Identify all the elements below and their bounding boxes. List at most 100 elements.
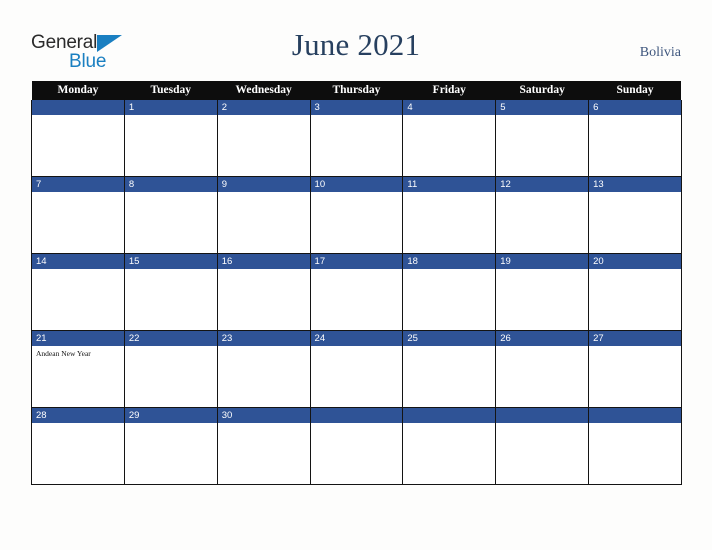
day-number xyxy=(310,408,403,423)
calendar-day-cell[interactable]: 23 xyxy=(216,330,311,408)
day-number: 24 xyxy=(310,331,403,346)
calendar-day-cell[interactable] xyxy=(31,100,125,177)
day-events xyxy=(125,115,217,118)
calendar-day-cell[interactable]: 20 xyxy=(588,253,682,331)
day-number: 18 xyxy=(403,254,496,269)
day-cell-content: 23 xyxy=(217,331,310,407)
calendar-day-cell[interactable]: 6 xyxy=(588,100,682,177)
day-cell-content: 7 xyxy=(32,177,124,253)
day-number: 14 xyxy=(32,254,124,269)
calendar-day-cell[interactable]: 2 xyxy=(216,100,311,177)
day-number: 25 xyxy=(403,331,496,346)
day-number xyxy=(32,100,124,115)
day-events xyxy=(589,269,681,272)
day-number: 9 xyxy=(217,177,310,192)
calendar-day-cell[interactable]: 14 xyxy=(31,253,125,331)
day-cell-content: 5 xyxy=(496,100,589,176)
calendar-day-cell[interactable]: 11 xyxy=(402,176,497,254)
calendar-day-cell[interactable]: 21 Andean New Year xyxy=(31,330,125,408)
day-cell-content: 30 xyxy=(217,408,310,484)
day-number: 26 xyxy=(496,331,589,346)
calendar-day-cell[interactable]: 4 xyxy=(402,100,497,177)
day-number: 8 xyxy=(124,177,217,192)
day-cell-content: 27 xyxy=(589,331,681,407)
day-events xyxy=(311,423,403,426)
day-number: 19 xyxy=(496,254,589,269)
day-events xyxy=(311,346,403,349)
calendar-day-cell[interactable]: 12 xyxy=(495,176,590,254)
day-number: 7 xyxy=(32,177,124,192)
day-cell-content: 3 xyxy=(310,100,403,176)
weekday-header-monday: Monday xyxy=(31,81,125,100)
day-number xyxy=(403,408,496,423)
calendar-week-row: 14 15 16 17 18 19 20 xyxy=(31,253,682,331)
day-events xyxy=(403,423,495,426)
day-number: 5 xyxy=(496,100,589,115)
day-cell-content: 20 xyxy=(589,254,681,330)
calendar-day-cell[interactable]: 30 xyxy=(216,407,311,485)
day-events xyxy=(218,423,310,426)
calendar-week-row: 21 Andean New Year 22 23 24 25 26 27 xyxy=(31,330,682,408)
day-number xyxy=(496,408,589,423)
calendar-day-cell[interactable]: 24 xyxy=(309,330,404,408)
calendar-day-cell[interactable] xyxy=(309,407,404,485)
calendar-day-cell[interactable]: 25 xyxy=(402,330,497,408)
calendar-day-cell[interactable]: 8 xyxy=(123,176,218,254)
day-cell-content: 11 xyxy=(403,177,496,253)
day-number: 2 xyxy=(217,100,310,115)
day-number: 15 xyxy=(124,254,217,269)
calendar-day-cell[interactable]: 17 xyxy=(309,253,404,331)
day-number: 22 xyxy=(124,331,217,346)
day-events xyxy=(589,115,681,118)
day-cell-content: 29 xyxy=(124,408,217,484)
calendar-day-cell[interactable] xyxy=(402,407,497,485)
weekday-header-saturday: Saturday xyxy=(495,81,589,100)
calendar-day-cell[interactable] xyxy=(588,407,682,485)
calendar-day-cell[interactable] xyxy=(495,407,590,485)
day-cell-content: 17 xyxy=(310,254,403,330)
calendar-day-cell[interactable]: 7 xyxy=(31,176,125,254)
calendar-day-cell[interactable]: 22 xyxy=(123,330,218,408)
day-cell-content: 19 xyxy=(496,254,589,330)
day-cell-content: 15 xyxy=(124,254,217,330)
day-events xyxy=(403,192,495,195)
calendar-body: 1 2 3 4 5 6 7 8 9 10 11 12 13 14 15 16 17 18 19 20 21 Andean … xyxy=(31,100,682,485)
day-events xyxy=(589,192,681,195)
holiday-label: Andean New Year xyxy=(36,349,91,358)
weekday-header-tuesday: Tuesday xyxy=(124,81,218,100)
day-cell-content: 14 xyxy=(32,254,124,330)
day-cell-content xyxy=(403,408,496,484)
page-header: General Blue June 2021 Bolivia xyxy=(0,0,712,80)
calendar-table: Monday Tuesday Wednesday Thursday Friday… xyxy=(31,81,682,485)
day-cell-content: 25 xyxy=(403,331,496,407)
calendar-day-cell[interactable]: 1 xyxy=(123,100,218,177)
calendar-day-cell[interactable]: 5 xyxy=(495,100,590,177)
calendar-day-cell[interactable]: 26 xyxy=(495,330,590,408)
calendar-day-cell[interactable]: 27 xyxy=(588,330,682,408)
calendar-day-cell[interactable]: 10 xyxy=(309,176,404,254)
day-events xyxy=(218,269,310,272)
calendar-week-row: 7 8 9 10 11 12 13 xyxy=(31,176,682,254)
calendar-day-cell[interactable]: 9 xyxy=(216,176,311,254)
weekday-header-wednesday: Wednesday xyxy=(217,81,311,100)
calendar-day-cell[interactable]: 15 xyxy=(123,253,218,331)
day-number: 23 xyxy=(217,331,310,346)
day-cell-content xyxy=(32,100,124,176)
calendar-day-cell[interactable]: 18 xyxy=(402,253,497,331)
day-number: 17 xyxy=(310,254,403,269)
calendar-day-cell[interactable]: 3 xyxy=(309,100,404,177)
calendar-day-cell[interactable]: 29 xyxy=(123,407,218,485)
day-events xyxy=(403,346,495,349)
day-cell-content: 9 xyxy=(217,177,310,253)
calendar-day-cell[interactable]: 16 xyxy=(216,253,311,331)
weekday-header-sunday: Sunday xyxy=(588,81,682,100)
day-cell-content: 21 Andean New Year xyxy=(32,331,124,407)
calendar-day-cell[interactable]: 19 xyxy=(495,253,590,331)
calendar-day-cell[interactable]: 13 xyxy=(588,176,682,254)
day-events xyxy=(125,423,217,426)
calendar-day-cell[interactable]: 28 xyxy=(31,407,125,485)
day-events xyxy=(496,115,588,118)
weekday-header-friday: Friday xyxy=(402,81,496,100)
day-cell-content xyxy=(310,408,403,484)
day-events xyxy=(32,269,124,272)
